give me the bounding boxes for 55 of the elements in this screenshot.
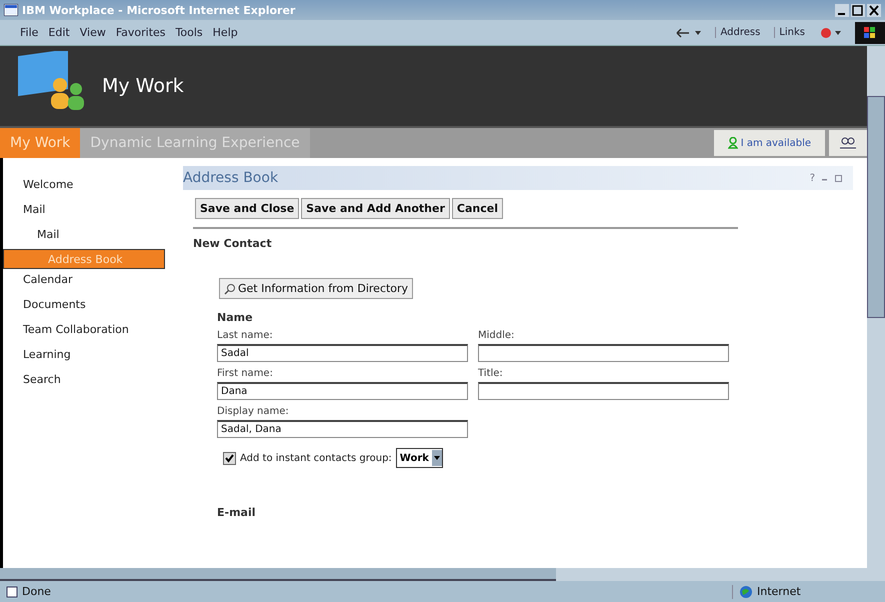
maximize-icon[interactable] (851, 4, 865, 16)
nav-item[interactable]: Calendar (3, 269, 165, 294)
menu-item[interactable]: File (20, 26, 38, 39)
action-button[interactable]: Save and Add Another (301, 198, 450, 219)
action-button[interactable]: Save and Close (195, 198, 300, 219)
input-field[interactable] (478, 344, 729, 362)
page-icon (6, 586, 18, 598)
input-field[interactable] (478, 382, 729, 400)
people-icon[interactable] (839, 137, 857, 149)
menu-item[interactable]: View (80, 26, 106, 39)
search-icon (224, 282, 236, 294)
address-label[interactable]: Address (715, 27, 764, 38)
checkbox[interactable] (223, 452, 236, 464)
globe-icon (739, 584, 753, 598)
availability-status[interactable]: I am available (714, 130, 825, 156)
person-icon (728, 137, 738, 149)
input-field[interactable]: Sadal (217, 344, 468, 362)
nav-item[interactable]: Documents (3, 294, 165, 319)
field-label: First name: (217, 368, 274, 379)
menu-item[interactable]: Help (212, 26, 238, 39)
nav-item[interactable]: Team Collaboration (3, 319, 165, 344)
windows-logo-icon (855, 22, 885, 44)
checkbox-label: Add to instant contacts group: (240, 452, 392, 464)
window-title: IBM Workplace - Microsoft Internet Explorer (22, 4, 296, 16)
nav-item[interactable]: Mail (3, 199, 165, 224)
menu-item[interactable]: Edit (48, 26, 70, 39)
nav-item[interactable]: Mail (3, 224, 165, 249)
horizontal-scrollbar[interactable] (0, 568, 867, 581)
input-field[interactable]: Sadal, Dana (217, 420, 468, 438)
directory-button[interactable]: Get Information from Directory (219, 278, 414, 299)
nav-item[interactable]: Welcome (3, 174, 165, 199)
action-button[interactable]: Cancel (452, 198, 503, 219)
group-dropdown[interactable]: Work (396, 448, 443, 468)
nav-item[interactable]: Learning (3, 344, 165, 369)
field-label: Middle: (478, 330, 516, 341)
zone-label: Internet (757, 585, 801, 598)
form-heading: New Contact (193, 237, 273, 250)
section-heading: Name (217, 311, 254, 324)
field-label: Title: (478, 368, 504, 379)
help-link[interactable]: ? (810, 172, 815, 184)
close-icon[interactable] (867, 4, 881, 16)
nav-item[interactable]: Search (3, 369, 165, 394)
browser-icon (4, 4, 18, 16)
links-label[interactable]: Links (774, 27, 809, 38)
input-field[interactable]: Dana (217, 382, 468, 400)
portlet-title: Address Book (183, 170, 278, 186)
page-title: My Work (102, 75, 184, 97)
section-heading: E-mail (217, 506, 257, 519)
menu-item[interactable]: Favorites (116, 26, 166, 39)
minimize-icon[interactable] (835, 4, 849, 16)
field-label: Display name: (217, 406, 290, 417)
field-label: Last name: (217, 330, 274, 341)
status-text: Done (22, 585, 51, 598)
vertical-scrollbar[interactable] (867, 46, 885, 581)
menu-item[interactable]: Tools (176, 26, 203, 39)
